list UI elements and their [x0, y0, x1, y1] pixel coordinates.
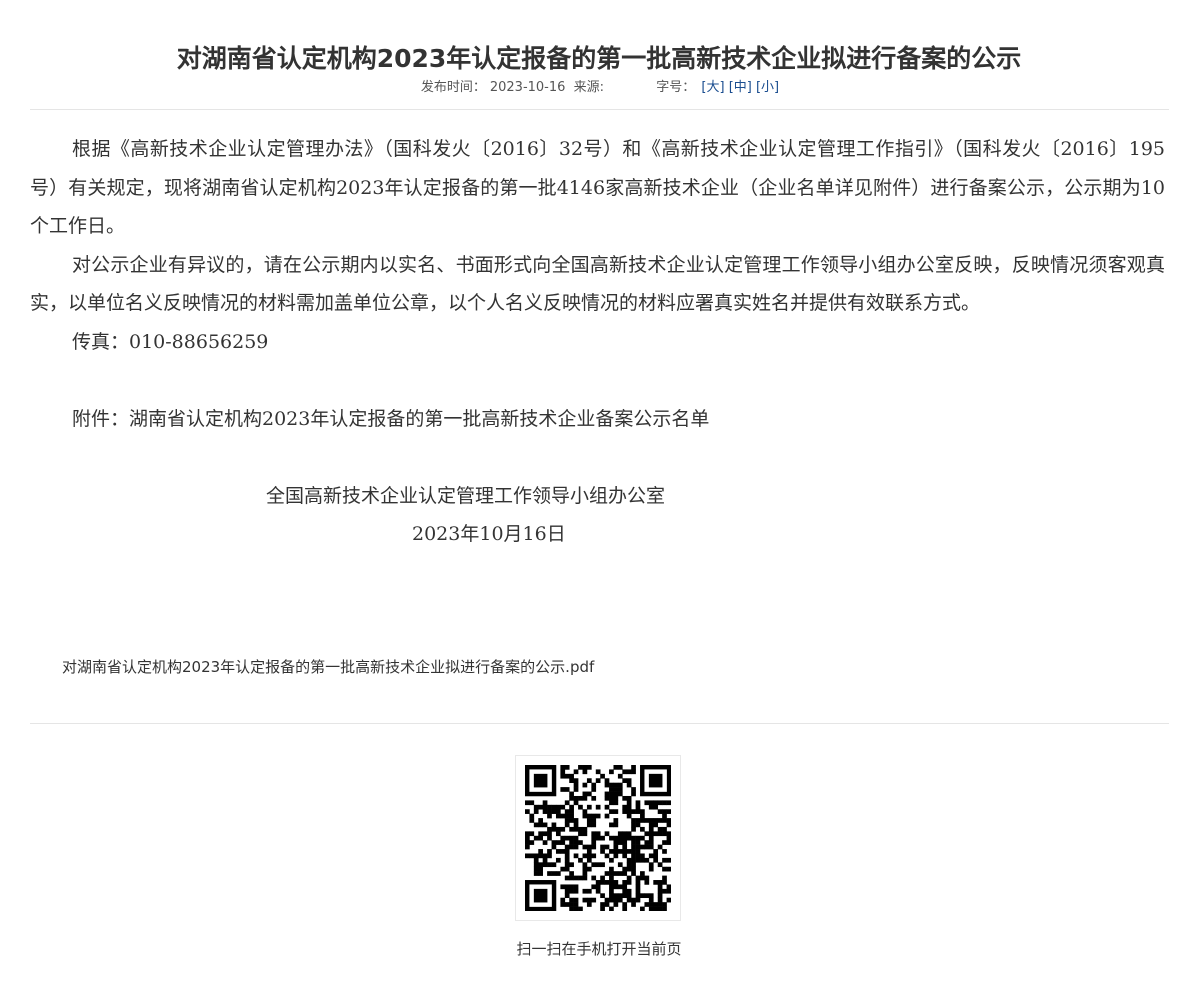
paragraph-regulation: 根据《高新技术企业认定管理办法》（国科发火〔2016〕32号）和《高新技术企业认…	[30, 138, 1165, 237]
font-size-label: 字号：	[656, 80, 696, 95]
signature-office: 全国高新技术企业认定管理工作领导小组办公室	[266, 484, 666, 507]
fax-line: 传真：010-88656259	[72, 330, 269, 353]
publish-label: 发布时间：	[420, 80, 486, 95]
article-body: 根据《高新技术企业认定管理办法》（国科发火〔2016〕32号）和《高新技术企业认…	[30, 130, 1165, 554]
qr-code	[515, 755, 681, 921]
page-title: 对湖南省认定机构2023年认定报备的第一批高新技术企业拟进行备案的公示	[176, 43, 1022, 73]
bottom-divider	[30, 723, 1169, 724]
article-meta: 发布时间： 2023-10-16 来源: 字号： [大] [中] [小]	[0, 76, 1198, 95]
paragraph-objection: 对公示企业有异议的，请在公示期内以实名、书面形式向全国高新技术企业认定管理工作领…	[30, 253, 1165, 315]
font-size-medium-link[interactable]: [中]	[729, 80, 752, 95]
font-size-small-link[interactable]: [小]	[756, 80, 779, 95]
qr-caption: 扫一扫在手机打开当前页	[516, 940, 682, 958]
source-label: 来源:	[573, 80, 604, 95]
qr-code-icon	[525, 765, 671, 911]
signature-date: 2023年10月16日	[412, 523, 566, 545]
attachment-note: 附件：湖南省认定机构2023年认定报备的第一批高新技术企业备案公示名单	[72, 407, 710, 430]
publish-date: 2023-10-16	[489, 80, 566, 95]
attachment-pdf-link[interactable]: 对湖南省认定机构2023年认定报备的第一批高新技术企业拟进行备案的公示.pdf	[62, 656, 594, 677]
top-divider	[30, 109, 1169, 110]
font-size-large-link[interactable]: [大]	[701, 80, 724, 95]
